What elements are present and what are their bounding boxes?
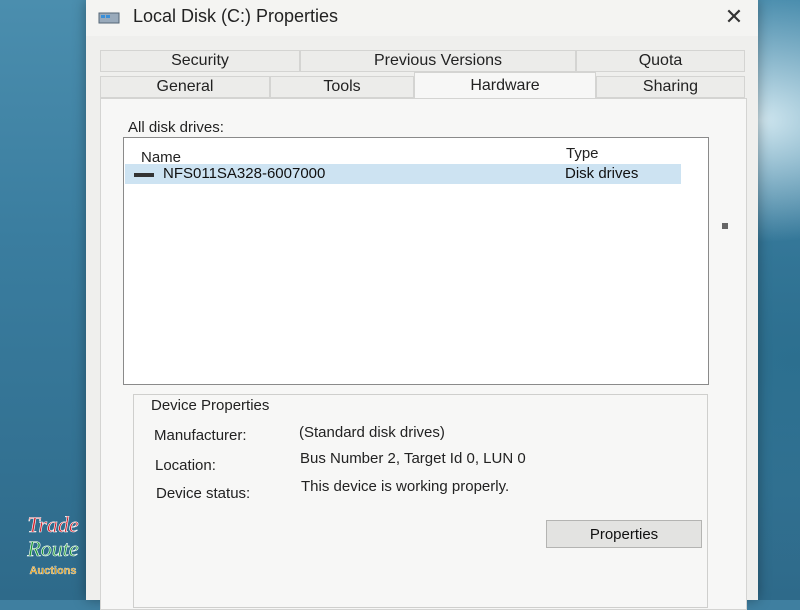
manufacturer-value: (Standard disk drives) [299,424,445,441]
all-disk-drives-label: All disk drives: [128,119,224,136]
drive-row[interactable]: NFS011SA328-6007000 Disk drives [125,164,681,184]
svg-text:Auctions: Auctions [29,565,76,577]
tab-security[interactable]: Security [100,50,300,72]
disk-drive-icon [134,173,154,177]
tab-label: Hardware [470,76,540,94]
drive-name: NFS011SA328-6007000 [163,165,326,182]
tab-label: Previous Versions [373,52,503,69]
device-properties-title: Device Properties [149,397,272,414]
tab-general[interactable]: General [100,76,270,98]
device-status-value: This device is working properly. [301,478,510,495]
manufacturer-label: Manufacturer: [154,427,247,444]
drive-icon [98,12,120,24]
tab-quota[interactable]: Quota [576,50,745,72]
column-header-type[interactable]: Type [566,145,599,162]
close-button[interactable]: ✕ [714,3,754,31]
tab-label: Security [171,52,229,69]
location-value: Bus Number 2, Target Id 0, LUN 0 [300,450,526,467]
tab-tools[interactable]: Tools [270,76,414,98]
device-status-label: Device status: [156,485,251,502]
title-bar[interactable]: Local Disk (C:) Properties ✕ [86,0,758,36]
tab-label: Quota [638,52,683,69]
scrollbar-marker[interactable] [722,223,728,229]
tab-previous-versions[interactable]: Previous Versions [300,50,576,72]
close-icon: ✕ [724,4,744,29]
button-label: Properties [589,525,659,543]
svg-text:Route: Route [26,536,79,561]
location-label: Location: [155,457,216,474]
tab-hardware[interactable]: Hardware [414,72,596,98]
disk-drives-list[interactable]: Name Type NFS011SA328-6007000 Disk drive… [123,137,728,385]
drive-type: Disk drives [565,165,639,182]
svg-text:Trade: Trade [27,512,79,537]
tab-label: General [156,78,214,95]
tab-label: Sharing [642,78,699,95]
tab-sharing[interactable]: Sharing [596,76,745,98]
properties-dialog: Local Disk (C:) Properties ✕ Security Pr… [86,0,758,610]
properties-button[interactable]: Properties [546,520,702,548]
tab-label: Tools [323,78,361,95]
window-title: Local Disk (C:) Properties [133,6,339,26]
trade-route-watermark: Trade Route Auctions [26,512,79,577]
